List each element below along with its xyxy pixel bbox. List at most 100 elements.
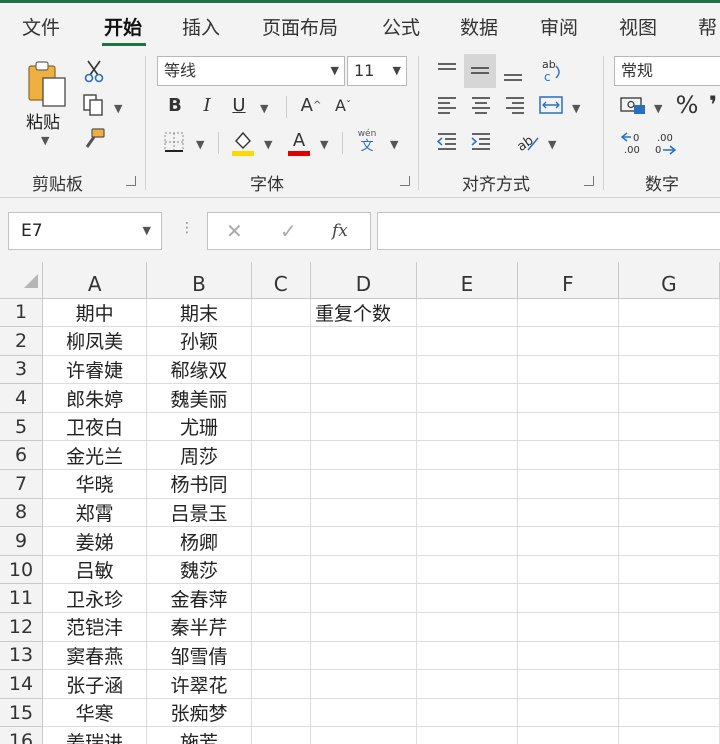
cell-a[interactable]: 郑霄	[42, 498, 148, 528]
decrease-indent-button[interactable]	[432, 128, 462, 154]
cell-c[interactable]	[251, 326, 311, 356]
borders-button[interactable]	[160, 128, 188, 156]
cell-f[interactable]	[517, 641, 619, 671]
row-header[interactable]: 7	[0, 469, 44, 499]
cell-a[interactable]: 姜娣	[42, 526, 148, 556]
cell-g[interactable]	[618, 383, 720, 413]
fill-color-button[interactable]	[228, 128, 258, 158]
cell-f[interactable]	[517, 612, 619, 642]
cell-c[interactable]	[251, 698, 311, 728]
cell-g[interactable]	[618, 326, 720, 356]
cell-f[interactable]	[517, 726, 619, 744]
cell-c[interactable]	[251, 612, 311, 642]
cell-f[interactable]	[517, 498, 619, 528]
cell-f[interactable]	[517, 298, 619, 328]
bold-button[interactable]: B	[162, 92, 188, 118]
orientation-button[interactable]: ab c	[536, 54, 566, 86]
cell-a[interactable]: 华寒	[42, 698, 148, 728]
underline-dropdown-caret[interactable]: ▼	[260, 102, 268, 115]
fill-color-dropdown-caret[interactable]: ▼	[264, 138, 272, 151]
cell-a[interactable]: 华晓	[42, 469, 148, 499]
number-format-select[interactable]: 常规	[614, 56, 720, 86]
bottom-align-button[interactable]	[498, 58, 528, 88]
copy-button[interactable]	[80, 92, 108, 118]
cell-d[interactable]	[310, 555, 417, 585]
cell-e[interactable]	[416, 698, 518, 728]
column-header-e[interactable]: E	[416, 262, 518, 299]
name-box[interactable]: E7 ▼	[8, 212, 162, 250]
cell-b[interactable]: 许翠花	[146, 669, 252, 699]
cell-f[interactable]	[517, 355, 619, 385]
cell-a[interactable]: 窦春燕	[42, 641, 148, 671]
cell-e[interactable]	[416, 726, 518, 744]
cell-c[interactable]	[251, 526, 311, 556]
accounting-dropdown-caret[interactable]: ▼	[654, 102, 662, 115]
cell-b[interactable]: 尤珊	[146, 412, 252, 442]
cell-c[interactable]	[251, 583, 311, 614]
row-header[interactable]: 12	[0, 612, 44, 642]
cell-g[interactable]	[618, 440, 720, 471]
align-left-button[interactable]	[432, 92, 462, 118]
cell-e[interactable]	[416, 298, 518, 328]
cell-f[interactable]	[517, 412, 619, 442]
row-header[interactable]: 1	[0, 298, 44, 328]
cell-e[interactable]	[416, 326, 518, 356]
cell-b[interactable]: 魏莎	[146, 555, 252, 585]
row-header[interactable]: 6	[0, 440, 44, 471]
cell-e[interactable]	[416, 383, 518, 413]
cell-e[interactable]	[416, 555, 518, 585]
cell-b[interactable]: 杨书同	[146, 469, 252, 499]
font-color-button[interactable]: A	[284, 128, 314, 158]
cell-c[interactable]	[251, 669, 311, 699]
cell-d[interactable]: 重复个数	[310, 298, 417, 328]
cell-f[interactable]	[517, 469, 619, 499]
row-header[interactable]: 10	[0, 555, 44, 585]
decrease-font-size-button[interactable]: Aˇ	[330, 92, 356, 118]
cell-g[interactable]	[618, 555, 720, 585]
cell-b[interactable]: 周莎	[146, 440, 252, 471]
cell-d[interactable]	[310, 440, 417, 471]
accounting-format-button[interactable]	[618, 92, 648, 118]
cell-d[interactable]	[310, 583, 417, 614]
align-right-button[interactable]	[500, 92, 530, 118]
cell-e[interactable]	[416, 612, 518, 642]
underline-button[interactable]: U	[226, 92, 252, 118]
row-header[interactable]: 13	[0, 641, 44, 671]
cell-d[interactable]	[310, 526, 417, 556]
cell-e[interactable]	[416, 669, 518, 699]
font-name-select[interactable]: 等线 ▼	[157, 56, 345, 86]
increase-indent-button[interactable]	[466, 128, 496, 154]
cell-a[interactable]: 姜瑞进	[42, 726, 148, 744]
row-header[interactable]: 8	[0, 498, 44, 528]
phonetic-dropdown-caret[interactable]: ▼	[390, 138, 398, 151]
select-all-corner[interactable]	[0, 262, 44, 299]
cell-e[interactable]	[416, 641, 518, 671]
cell-e[interactable]	[416, 469, 518, 499]
font-size-select[interactable]: 11 ▼	[347, 56, 407, 86]
cell-b[interactable]: 施芳	[146, 726, 252, 744]
tab-view[interactable]: 视图	[619, 13, 657, 40]
cell-g[interactable]	[618, 498, 720, 528]
paste-button[interactable]	[22, 58, 72, 114]
paste-dropdown-caret[interactable]: ▼	[41, 134, 49, 147]
cell-b[interactable]: 金春萍	[146, 583, 252, 614]
cell-g[interactable]	[618, 583, 720, 614]
font-dialog-launcher[interactable]	[400, 176, 410, 186]
cell-g[interactable]	[618, 469, 720, 499]
cell-b[interactable]: 吕景玉	[146, 498, 252, 528]
cell-c[interactable]	[251, 469, 311, 499]
formula-input[interactable]	[377, 212, 720, 250]
cell-c[interactable]	[251, 440, 311, 471]
merge-center-button[interactable]	[536, 92, 566, 118]
cell-g[interactable]	[618, 355, 720, 385]
cell-d[interactable]	[310, 669, 417, 699]
clipboard-dialog-launcher[interactable]	[126, 176, 136, 186]
cell-e[interactable]	[416, 498, 518, 528]
cell-f[interactable]	[517, 669, 619, 699]
enter-formula-icon[interactable]: ✓	[280, 219, 297, 243]
cell-c[interactable]	[251, 412, 311, 442]
formula-bar-resize-handle[interactable]: ⋮	[180, 220, 194, 236]
cell-b[interactable]: 郗缘双	[146, 355, 252, 385]
cell-d[interactable]	[310, 698, 417, 728]
cell-a[interactable]: 卫永珍	[42, 583, 148, 614]
